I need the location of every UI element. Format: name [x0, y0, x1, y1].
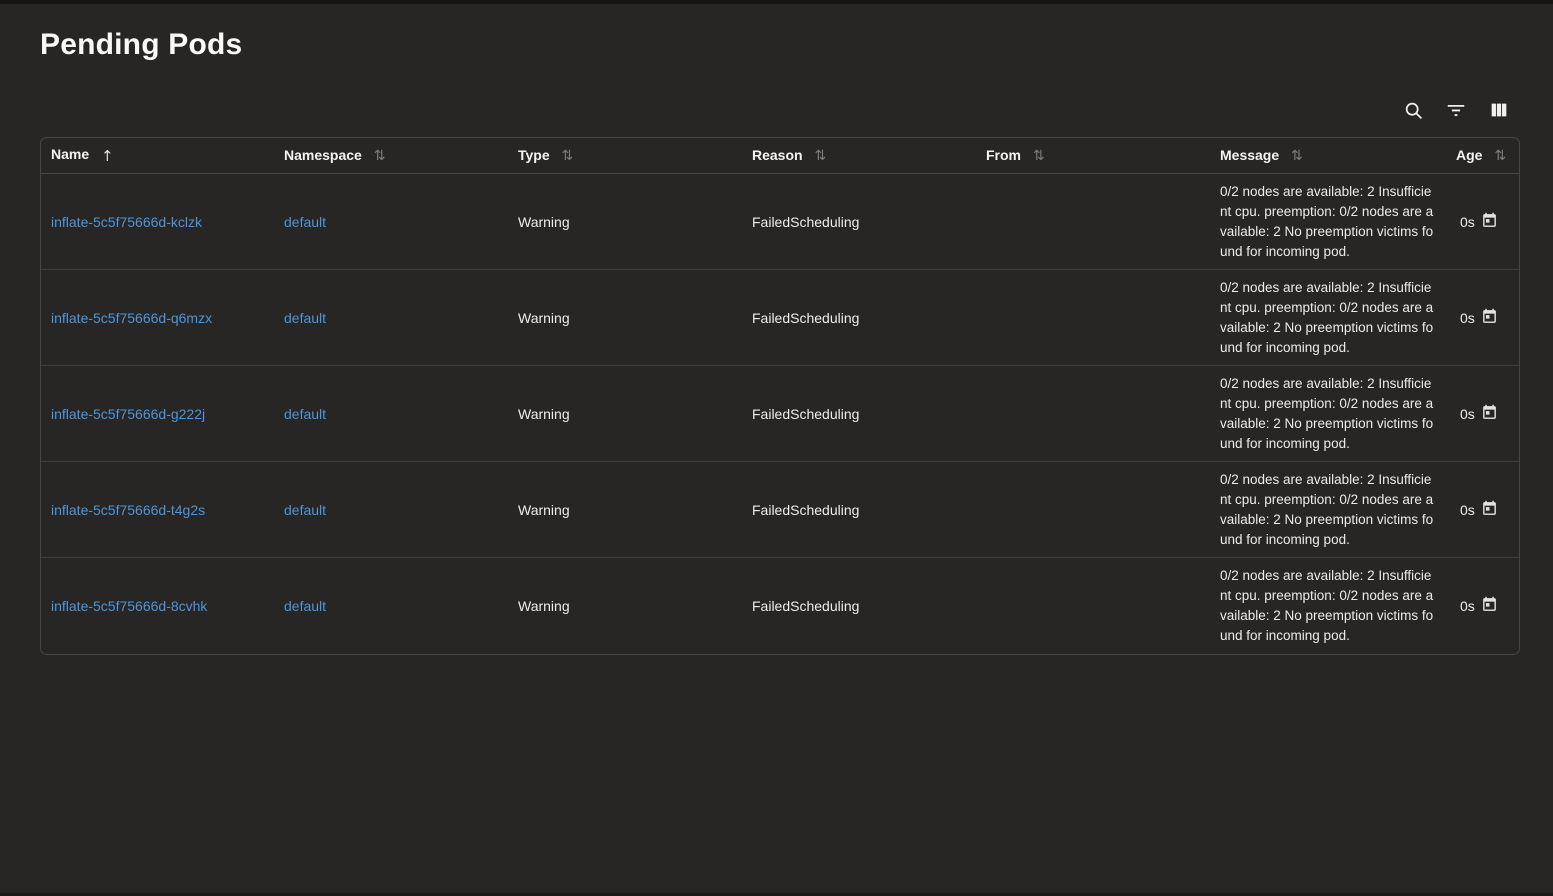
- sort-both-icon: ⇅: [1494, 148, 1506, 164]
- filter-icon: [1445, 99, 1467, 121]
- event-message: 0/2 nodes are available: 2 Insufficient …: [1220, 278, 1436, 358]
- column-header-namespace[interactable]: Namespace ⇅: [274, 138, 508, 174]
- namespace-link[interactable]: default: [284, 598, 326, 614]
- event-reason: FailedScheduling: [752, 502, 859, 518]
- age-value: 0s: [1460, 406, 1475, 422]
- sort-both-icon: ⇅: [374, 148, 386, 164]
- calendar-icon: [1481, 212, 1498, 232]
- column-header-name[interactable]: Name ↑: [41, 138, 274, 174]
- pod-name-link[interactable]: inflate-5c5f75666d-kclzk: [51, 214, 202, 230]
- sort-asc-icon: ↑: [101, 147, 114, 165]
- event-type: Warning: [518, 310, 570, 326]
- search-icon: [1403, 100, 1424, 121]
- age-cell: 0s: [1456, 500, 1509, 520]
- calendar-icon: [1481, 500, 1498, 520]
- namespace-link[interactable]: default: [284, 406, 326, 422]
- namespace-link[interactable]: default: [284, 310, 326, 326]
- event-type: Warning: [518, 214, 570, 230]
- age-value: 0s: [1460, 214, 1475, 230]
- event-type: Warning: [518, 598, 570, 614]
- pod-name-link[interactable]: inflate-5c5f75666d-g222j: [51, 406, 205, 422]
- event-message: 0/2 nodes are available: 2 Insufficient …: [1220, 374, 1436, 454]
- calendar-icon: [1481, 404, 1498, 424]
- event-message: 0/2 nodes are available: 2 Insufficient …: [1220, 470, 1436, 550]
- column-label: Namespace: [284, 147, 362, 163]
- age-value: 0s: [1460, 310, 1475, 326]
- column-label: Message: [1220, 147, 1279, 163]
- age-cell: 0s: [1456, 212, 1509, 232]
- page-title: Pending Pods: [40, 28, 1518, 62]
- column-header-message[interactable]: Message ⇅: [1210, 138, 1446, 174]
- age-cell: 0s: [1456, 308, 1509, 328]
- calendar-icon: [1481, 596, 1498, 616]
- column-header-reason[interactable]: Reason ⇅: [742, 138, 976, 174]
- table-row: inflate-5c5f75666d-8cvhk default Warning…: [41, 558, 1519, 654]
- namespace-link[interactable]: default: [284, 214, 326, 230]
- sort-both-icon: ⇅: [1033, 148, 1045, 164]
- event-reason: FailedScheduling: [752, 406, 859, 422]
- columns-button[interactable]: [1480, 92, 1518, 128]
- table-toolbar: [40, 92, 1518, 128]
- event-reason: FailedScheduling: [752, 598, 859, 614]
- event-reason: FailedScheduling: [752, 310, 859, 326]
- sort-both-icon: ⇅: [814, 148, 826, 164]
- event-type: Warning: [518, 406, 570, 422]
- event-type: Warning: [518, 502, 570, 518]
- age-value: 0s: [1460, 598, 1475, 614]
- sort-both-icon: ⇅: [1291, 148, 1303, 164]
- age-cell: 0s: [1456, 404, 1509, 424]
- table-header-row: Name ↑ Namespace ⇅ Type ⇅ Reason ⇅ From: [41, 138, 1519, 174]
- age-cell: 0s: [1456, 596, 1509, 616]
- column-label: Type: [518, 147, 550, 163]
- namespace-link[interactable]: default: [284, 502, 326, 518]
- column-header-age[interactable]: Age ⇅: [1446, 138, 1519, 174]
- table-row: inflate-5c5f75666d-g222j default Warning…: [41, 366, 1519, 462]
- event-message: 0/2 nodes are available: 2 Insufficient …: [1220, 182, 1436, 262]
- pod-name-link[interactable]: inflate-5c5f75666d-t4g2s: [51, 502, 205, 518]
- column-header-from[interactable]: From ⇅: [976, 138, 1210, 174]
- column-header-type[interactable]: Type ⇅: [508, 138, 742, 174]
- pod-name-link[interactable]: inflate-5c5f75666d-q6mzx: [51, 310, 212, 326]
- table-row: inflate-5c5f75666d-q6mzx default Warning…: [41, 270, 1519, 366]
- table-row: inflate-5c5f75666d-t4g2s default Warning…: [41, 462, 1519, 558]
- age-value: 0s: [1460, 502, 1475, 518]
- event-reason: FailedScheduling: [752, 214, 859, 230]
- sort-both-icon: ⇅: [562, 148, 574, 164]
- table-row: inflate-5c5f75666d-kclzk default Warning…: [41, 174, 1519, 270]
- pending-pods-page: Pending Pods: [0, 4, 1553, 655]
- view-columns-icon: [1488, 99, 1510, 121]
- column-label: Name: [51, 146, 89, 162]
- pod-name-link[interactable]: inflate-5c5f75666d-8cvhk: [51, 598, 207, 614]
- filter-button[interactable]: [1437, 92, 1475, 128]
- column-label: Reason: [752, 147, 803, 163]
- search-button[interactable]: [1394, 92, 1432, 128]
- pending-pods-table: Name ↑ Namespace ⇅ Type ⇅ Reason ⇅ From: [40, 137, 1520, 655]
- calendar-icon: [1481, 308, 1498, 328]
- column-label: From: [986, 147, 1021, 163]
- event-message: 0/2 nodes are available: 2 Insufficient …: [1220, 566, 1436, 646]
- column-label: Age: [1456, 147, 1482, 163]
